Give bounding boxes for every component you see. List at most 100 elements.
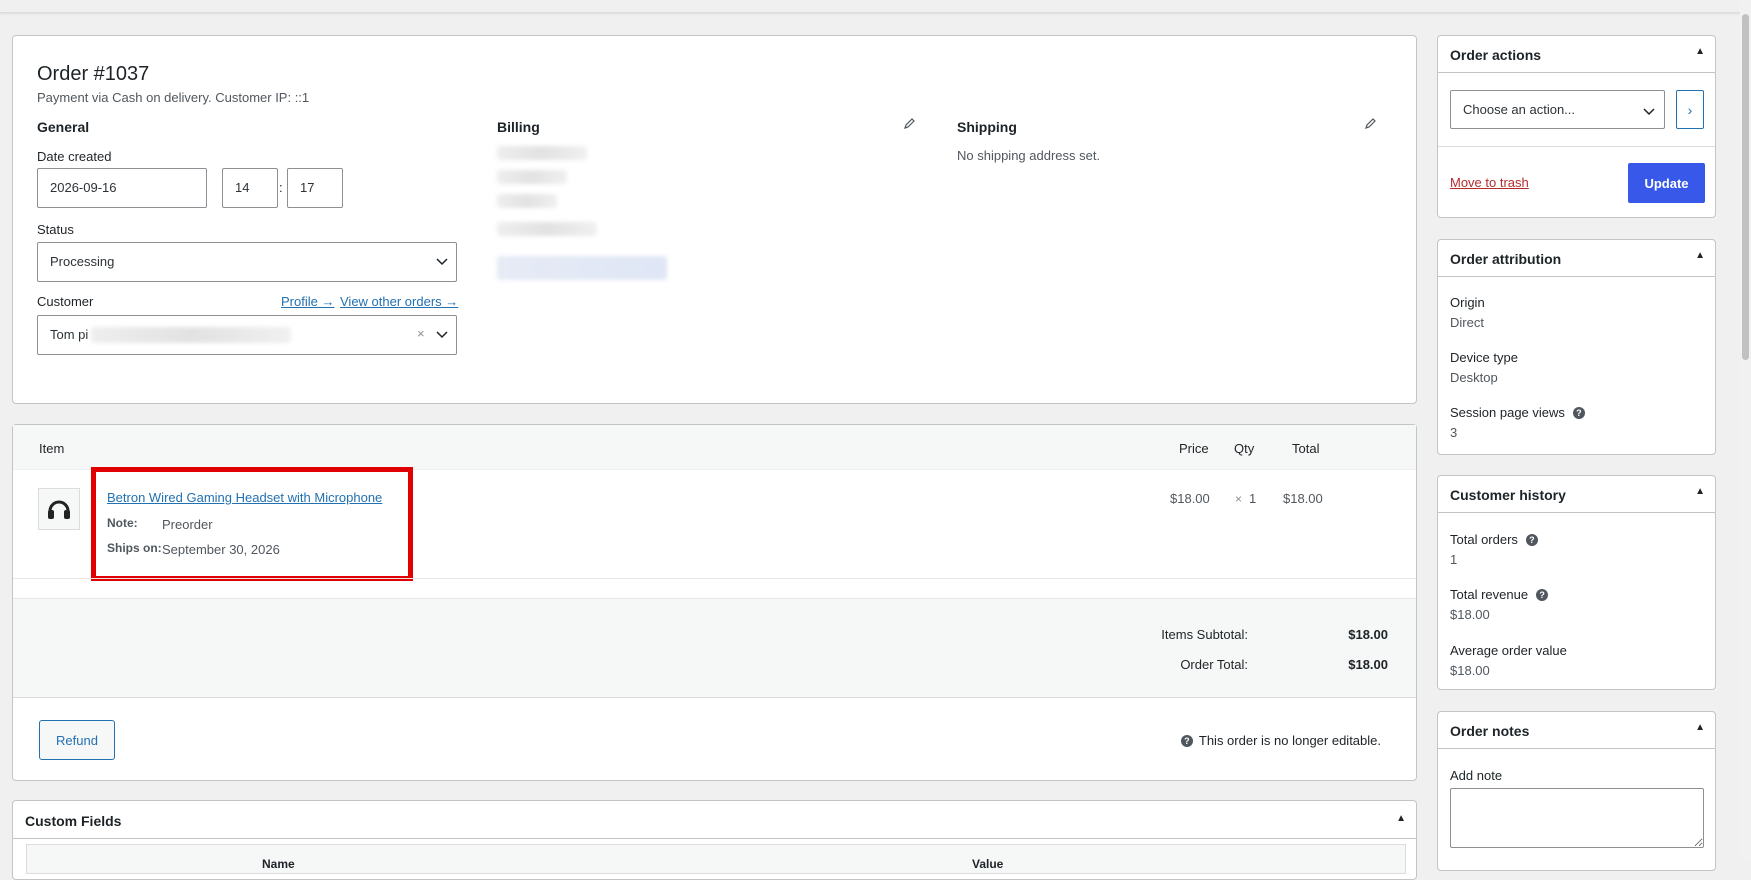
order-notes-panel: Order notes ▲ Add note (1437, 711, 1716, 871)
redacted-billing-email (497, 256, 667, 280)
item-qty: 1 (1249, 491, 1257, 506)
shipping-heading: Shipping (957, 119, 1017, 135)
customer-history-panel: Customer history ▲ Total orders? 1 Total… (1437, 475, 1716, 690)
custom-fields-panel: Custom Fields ▲ Name Value (12, 800, 1417, 880)
session-page-views-value: 3 (1450, 425, 1458, 440)
col-price: Price (1179, 441, 1209, 456)
col-qty: Qty (1234, 441, 1255, 456)
order-attribution-header[interactable]: Order attribution ▲ (1438, 240, 1715, 277)
help-icon[interactable]: ? (1536, 589, 1549, 601)
clear-icon[interactable]: × (417, 326, 425, 341)
custom-fields-table-header: Name Value (26, 844, 1406, 874)
totals-area: Items Subtotal: $18.00 Order Total: $18.… (13, 598, 1416, 698)
page-scrollbar[interactable] (1740, 0, 1751, 860)
note-label: Note: (107, 516, 138, 530)
redacted-billing-line (497, 194, 557, 208)
actions-divider (1438, 146, 1715, 147)
shipping-text: No shipping address set. (957, 148, 1101, 163)
not-editable-note: ? This order is no longer editable. (1180, 733, 1381, 748)
add-note-textarea[interactable] (1450, 788, 1704, 848)
order-action-select[interactable]: Choose an action... (1450, 90, 1665, 129)
col-item: Item (39, 441, 65, 456)
item-total: $18.00 (1283, 491, 1323, 506)
origin-label: Origin (1450, 295, 1485, 310)
col-value: Value (972, 857, 1004, 871)
session-page-views-label: Session page views? (1450, 405, 1585, 420)
order-subtitle: Payment via Cash on delivery. Customer I… (37, 90, 310, 105)
redacted-billing-line (497, 170, 567, 184)
collapse-arrow-icon[interactable]: ▲ (1396, 813, 1406, 824)
items-header: Item Price Qty Total (13, 425, 1416, 470)
order-data-panel: Order #1037 Payment via Cash on delivery… (12, 35, 1417, 404)
device-type-value: Desktop (1450, 370, 1498, 385)
origin-value: Direct (1450, 315, 1484, 330)
collapse-arrow-icon[interactable]: ▲ (1695, 250, 1705, 261)
help-icon[interactable]: ? (1572, 407, 1585, 419)
total-orders-label: Total orders? (1450, 532, 1538, 547)
add-note-label: Add note (1450, 768, 1503, 783)
average-order-value-label: Average order value (1450, 643, 1567, 658)
ships-on-value: September 30, 2026 (162, 542, 280, 557)
move-to-trash-link[interactable]: Move to trash (1450, 175, 1529, 190)
customer-history-header[interactable]: Customer history ▲ (1438, 476, 1715, 513)
customer-history-title: Customer history (1450, 487, 1566, 503)
item-price: $18.00 (1170, 491, 1210, 506)
date-created-input[interactable]: 2026-09-16 (37, 168, 207, 208)
session-page-views-text: Session page views (1450, 405, 1565, 420)
row-divider (13, 578, 1416, 579)
total-revenue-label: Total revenue? (1450, 587, 1549, 602)
subtotal-value: $18.00 (1348, 627, 1388, 642)
custom-fields-title: Custom Fields (25, 813, 122, 829)
order-action-placeholder: Choose an action... (1463, 102, 1576, 117)
billing-heading: Billing (497, 119, 540, 135)
product-name-link[interactable]: Betron Wired Gaming Headset with Microph… (107, 490, 382, 505)
item-highlight-box (91, 467, 413, 581)
ships-on-label: Ships on: (107, 541, 162, 555)
pencil-icon[interactable] (1365, 118, 1376, 132)
refund-button[interactable]: Refund (39, 720, 115, 760)
collapse-arrow-icon[interactable]: ▲ (1695, 46, 1705, 57)
total-orders-text: Total orders (1450, 532, 1518, 547)
pencil-icon[interactable] (904, 118, 915, 132)
order-total-label: Order Total: (1180, 657, 1248, 672)
redacted-billing-line (497, 222, 597, 236)
minute-input[interactable]: 17 (287, 168, 343, 208)
status-select[interactable]: Processing (37, 242, 457, 282)
order-attribution-title: Order attribution (1450, 251, 1562, 267)
status-value: Processing (50, 254, 115, 269)
top-bar (0, 0, 1740, 13)
redacted-billing-line (497, 146, 587, 160)
note-value: Preorder (162, 517, 213, 532)
order-actions-panel: Order actions ▲ Choose an action... › Mo… (1437, 35, 1716, 218)
view-other-orders-link[interactable]: View other orders → (340, 294, 458, 309)
not-editable-text: This order is no longer editable. (1198, 733, 1381, 748)
collapse-arrow-icon[interactable]: ▲ (1695, 722, 1705, 733)
order-notes-header[interactable]: Order notes ▲ (1438, 712, 1715, 749)
status-label: Status (37, 222, 74, 237)
apply-action-button[interactable]: › (1676, 90, 1704, 129)
collapse-arrow-icon[interactable]: ▲ (1695, 486, 1705, 497)
profile-link[interactable]: Profile → (281, 294, 334, 309)
product-thumbnail (38, 488, 80, 530)
chevron-down-icon (1643, 105, 1655, 119)
customer-label: Customer (37, 294, 94, 309)
scrollbar-thumb[interactable] (1742, 14, 1749, 360)
hour-input[interactable]: 14 (222, 168, 278, 208)
update-button[interactable]: Update (1628, 163, 1705, 203)
date-created-label: Date created (37, 149, 112, 164)
order-attribution-panel: Order attribution ▲ Origin Direct Device… (1437, 239, 1716, 455)
order-actions-header[interactable]: Order actions ▲ (1438, 36, 1715, 73)
customer-value: Tom pi (50, 327, 89, 342)
header-divider (13, 838, 1416, 839)
help-icon[interactable]: ? (1525, 534, 1538, 546)
order-total-value: $18.00 (1348, 657, 1388, 672)
total-orders-value: 1 (1450, 552, 1458, 567)
headset-icon (48, 500, 70, 519)
time-separator: : (279, 180, 283, 195)
chevron-down-icon (436, 255, 448, 269)
device-type-label: Device type (1450, 350, 1518, 365)
help-icon[interactable]: ? (1180, 735, 1193, 747)
total-revenue-text: Total revenue (1450, 587, 1529, 602)
subtotal-label: Items Subtotal: (1161, 627, 1248, 642)
order-notes-title: Order notes (1450, 723, 1530, 739)
